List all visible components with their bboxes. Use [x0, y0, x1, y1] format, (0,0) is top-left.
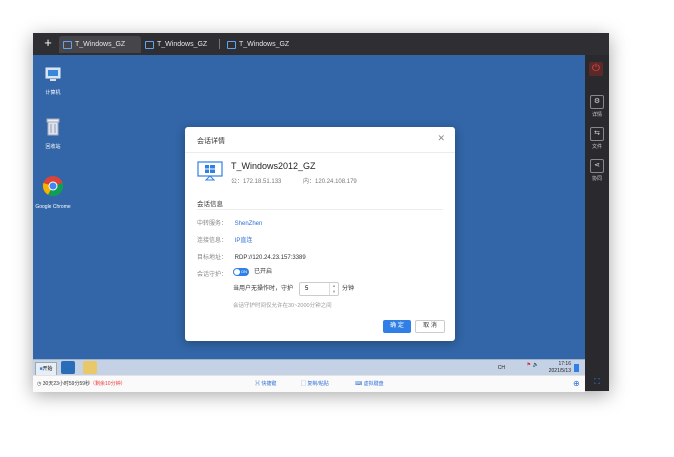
- session-time-elapsed: 30天23小时59分59秒: [42, 381, 91, 387]
- volume-icon[interactable]: 🔈: [533, 362, 539, 369]
- add-tab-button[interactable]: +: [41, 36, 55, 50]
- public-ip: 公：172.18.51.133: [231, 179, 282, 185]
- keyboard-icon: ⌨: [355, 381, 363, 387]
- idle-unit: 分钟: [342, 286, 355, 292]
- desktop-icon-recycle-bin[interactable]: 回收站: [33, 117, 73, 150]
- computer-icon: [45, 67, 61, 81]
- share-icon: ⋖: [590, 159, 604, 173]
- fullscreen-icon[interactable]: ⛶: [587, 377, 607, 387]
- start-button[interactable]: ■开始: [35, 362, 57, 376]
- tab-bar: + T_Windows_GZ T_Windows_GZ T_Windows_GZ: [33, 33, 609, 55]
- toggle-label: 已开启: [254, 269, 273, 275]
- info-row-connection: 连接信息： IP直连: [197, 235, 252, 244]
- gear-icon: ⚙: [590, 95, 604, 109]
- sidebar-item-label: 协同: [591, 176, 602, 182]
- divider: [185, 152, 455, 153]
- session-guard-toggle[interactable]: ON: [233, 268, 249, 276]
- keyboard-shortcut-icon: ⌘: [255, 381, 261, 387]
- row-key: 连接信息：: [197, 238, 228, 244]
- remote-desktop[interactable]: 计算机 回收站 Google Chrome 会话详情 ✕ T_Windows20…: [33, 55, 585, 359]
- tab-session-3[interactable]: T_Windows_GZ: [223, 36, 305, 53]
- info-row-target: 目标地址： RDP://120.24.23.157:3389: [197, 252, 306, 261]
- private-ip: 内：120.24.108.179: [303, 179, 357, 185]
- tab-divider: [219, 39, 220, 49]
- row-key: 中转服务：: [197, 221, 228, 227]
- clock[interactable]: 17:16 2021/5/13: [549, 361, 571, 375]
- desktop-icon-chrome[interactable]: Google Chrome: [33, 175, 73, 210]
- close-icon[interactable]: ✕: [437, 133, 445, 144]
- monitor-icon: [63, 41, 72, 49]
- idle-minutes-stepper[interactable]: 5 ▲ ▼: [299, 282, 339, 296]
- sidebar-item-details[interactable]: ⚙ 详情: [587, 95, 607, 118]
- relay-server-link[interactable]: ShenZhen: [235, 221, 263, 227]
- windows-taskbar: ■开始 CH ⚑ 🔈 17:16 2021/5/13: [33, 359, 585, 376]
- virtual-keyboard-button[interactable]: ⌨ 虚拟键盘: [355, 376, 384, 392]
- sidebar-item-label: 详情: [591, 112, 602, 118]
- toggle-text: ON: [241, 269, 247, 274]
- toggle-knob: [234, 269, 240, 275]
- shortcut-keys-label: 快捷键: [261, 381, 277, 387]
- target-address: RDP://120.24.23.157:3389: [234, 255, 306, 261]
- sidebar-item-label: 文件: [591, 144, 602, 150]
- ime-indicator[interactable]: CH: [498, 365, 505, 372]
- info-row-guard: 会话守护：: [197, 269, 233, 278]
- stepper-arrows[interactable]: ▲ ▼: [329, 283, 338, 295]
- zoom-in-icon[interactable]: ⊕: [573, 376, 580, 392]
- desktop-icon-label: 计算机: [45, 90, 61, 96]
- guard-hint: 会话守护时间仅允许在30~2000分钟之间: [233, 303, 332, 309]
- remote-session-window: + T_Windows_GZ T_Windows_GZ T_Windows_GZ…: [33, 33, 609, 392]
- monitor-icon: [227, 41, 236, 49]
- file-transfer-icon: ⇆: [590, 127, 604, 141]
- cancel-button[interactable]: 取 消: [415, 320, 445, 333]
- windows-monitor-icon: [197, 161, 223, 181]
- desktop-icon-label: Google Chrome: [35, 204, 71, 210]
- row-key: 目标地址：: [197, 255, 228, 261]
- desktop-icon-label: 回收站: [45, 144, 61, 150]
- session-time-remaining: （剩余10分钟）: [90, 381, 126, 387]
- monitor-icon: [145, 41, 154, 49]
- flag-icon[interactable]: ⚑: [527, 362, 531, 369]
- start-label: 开始: [42, 366, 53, 372]
- taskbar-folder-icon[interactable]: [83, 361, 97, 374]
- session-status-bar: ◷ 30天23小时59分59秒（剩余10分钟） ⌘ 快捷键 ▢ 复制/粘贴 ⌨ …: [33, 375, 585, 392]
- tab-label: T_Windows_GZ: [157, 41, 208, 48]
- chevron-down-icon[interactable]: ▼: [330, 289, 338, 295]
- sidebar-item-files[interactable]: ⇆ 文件: [587, 127, 607, 150]
- connection-type-link[interactable]: IP直连: [235, 238, 253, 244]
- tab-label: T_Windows_GZ: [75, 41, 126, 48]
- info-row-relay: 中转服务： ShenZhen: [197, 218, 262, 227]
- copy-paste-label: 复制/粘贴: [307, 381, 329, 387]
- virtual-keyboard-label: 虚拟键盘: [363, 381, 384, 387]
- divider: [197, 209, 443, 210]
- host-name: T_Windows2012_GZ: [231, 161, 316, 171]
- show-desktop-icon[interactable]: [574, 364, 579, 372]
- disconnect-power-icon[interactable]: ⏻: [589, 62, 603, 76]
- tab-session-2[interactable]: T_Windows_GZ: [141, 36, 223, 53]
- host-ips: 公：172.18.51.133 内：120.24.108.179: [231, 176, 377, 185]
- confirm-button[interactable]: 确 定: [383, 320, 411, 333]
- session-details-dialog: 会话详情 ✕ T_Windows2012_GZ 公：172.18.51.133 …: [185, 127, 455, 341]
- session-time: ◷ 30天23小时59分59秒（剩余10分钟）: [37, 376, 126, 392]
- section-title: 会话信息: [197, 201, 223, 208]
- shortcut-keys-button[interactable]: ⌘ 快捷键: [255, 376, 276, 392]
- clock-icon: ◷: [37, 381, 42, 387]
- row-key: 会话守护：: [197, 272, 228, 278]
- desktop-icon-computer[interactable]: 计算机: [33, 67, 73, 96]
- clock-date: 2021/5/13: [548, 368, 571, 374]
- chrome-icon: [42, 176, 64, 197]
- clipboard-icon: ▢: [301, 381, 307, 387]
- copy-paste-button[interactable]: ▢ 复制/粘贴: [301, 376, 329, 392]
- right-sidebar: ⏻ ⚙ 详情 ⇆ 文件 ⋖ 协同 ⛶: [585, 55, 609, 391]
- dialog-title: 会话详情: [197, 138, 225, 145]
- tab-label: T_Windows_GZ: [239, 41, 290, 48]
- stepper-value: 5: [305, 286, 309, 292]
- idle-label: 当用户无操作时，守护: [233, 286, 294, 292]
- tab-session-1[interactable]: T_Windows_GZ: [59, 36, 141, 53]
- clock-time: 17:16: [558, 361, 571, 367]
- recycle-bin-icon: [46, 118, 60, 136]
- taskbar-powershell-icon[interactable]: [61, 361, 75, 374]
- sidebar-item-collaborate[interactable]: ⋖ 协同: [587, 159, 607, 182]
